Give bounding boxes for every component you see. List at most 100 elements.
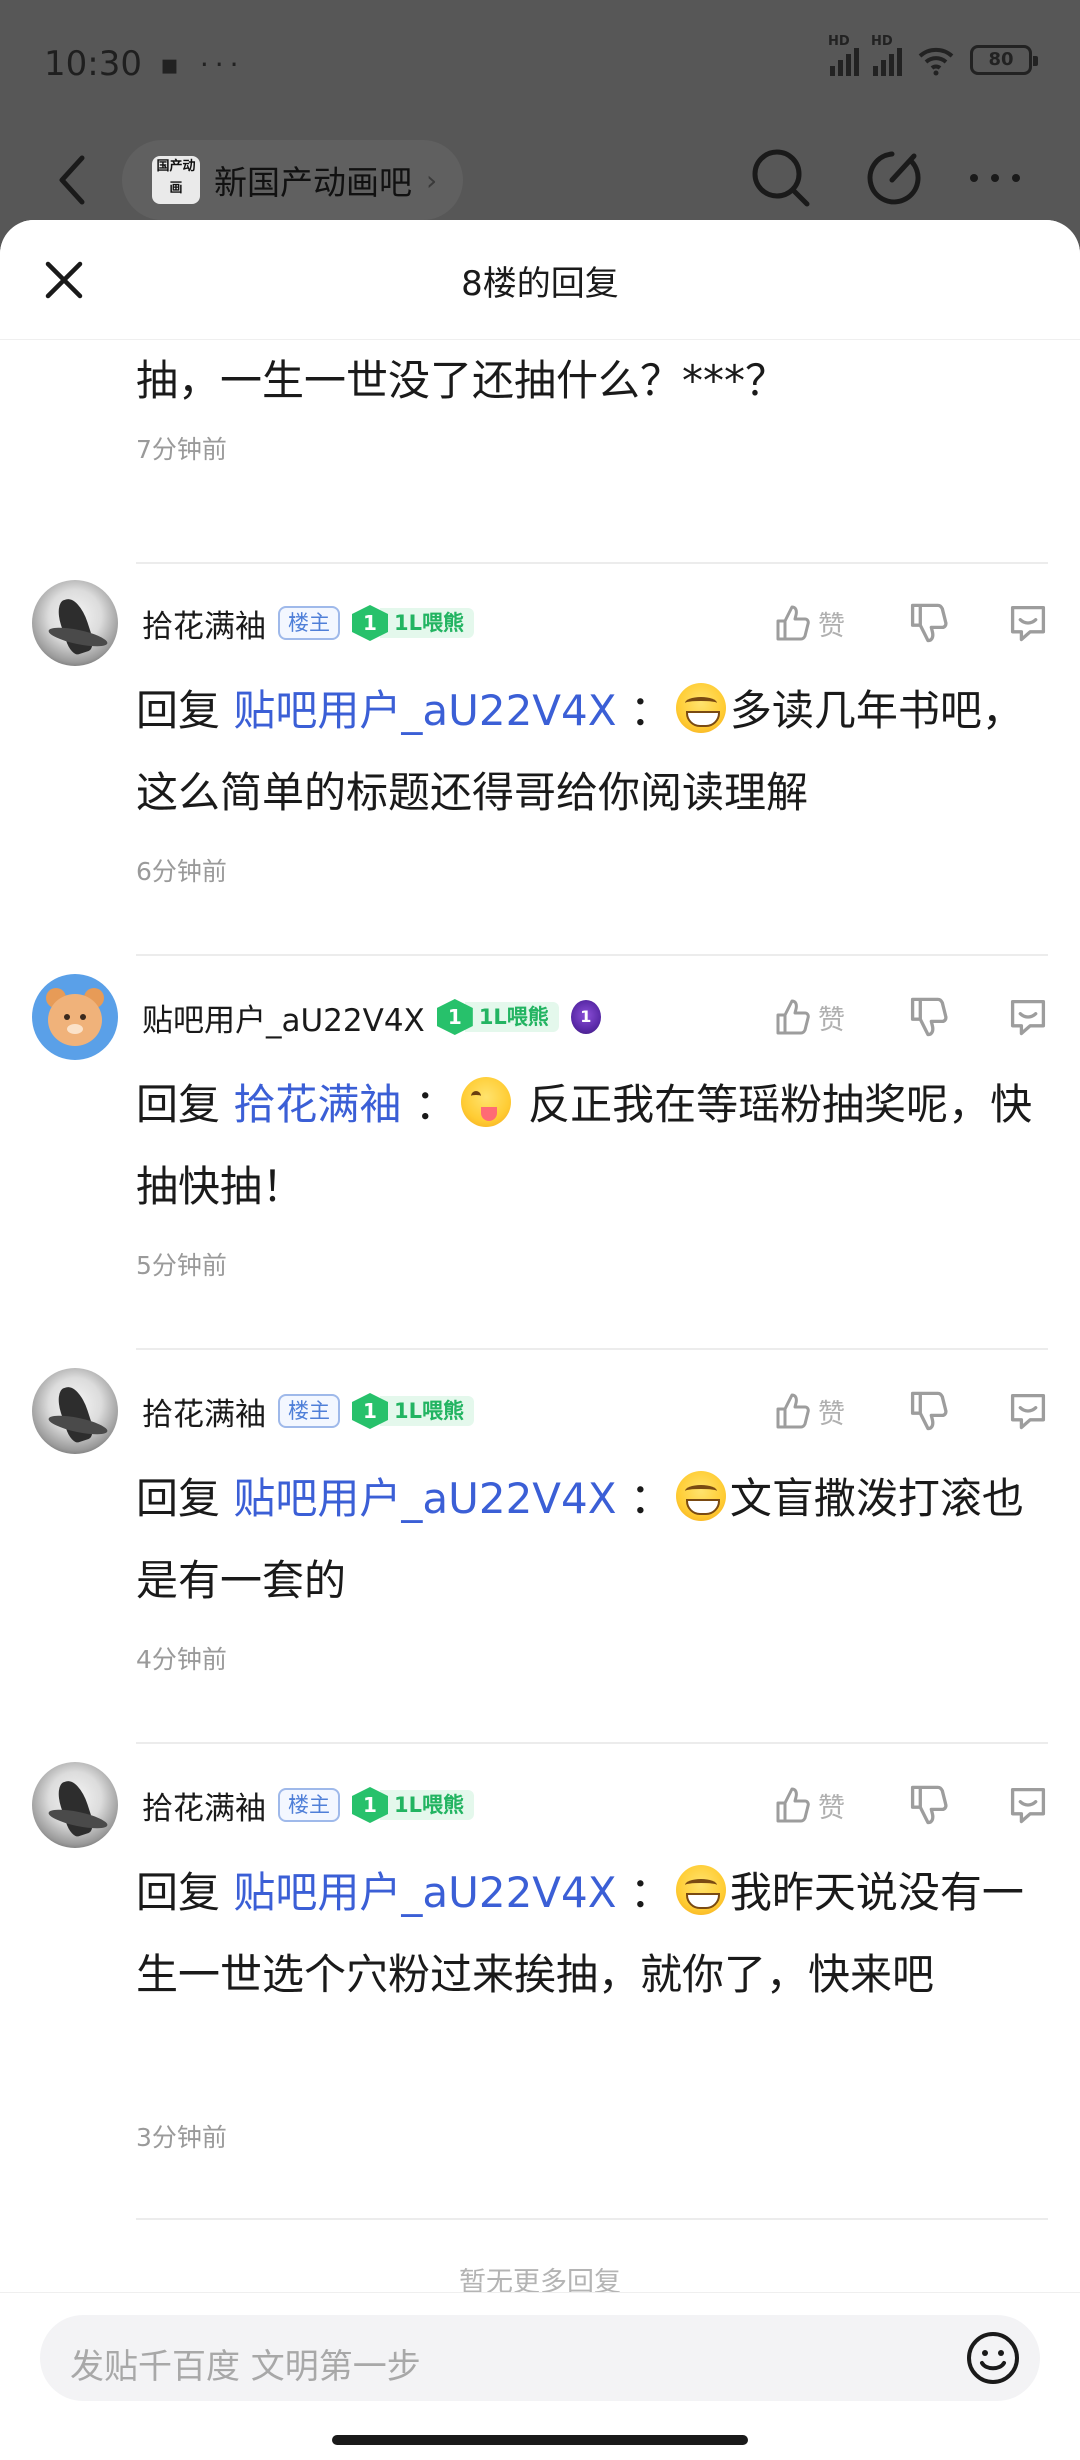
- mention-link[interactable]: 贴吧用户_aU22V4X: [233, 1868, 616, 1917]
- compose-placeholder: 发贴千百度 文明第一步: [70, 2347, 421, 2387]
- status-bar: 10:30 ▪ ··· HD HD 80: [0, 0, 1080, 130]
- reply-text: 回复 贴吧用户_aU22V4X ：多读几年书吧，这么简单的标题还得哥给你阅读理解: [136, 670, 1036, 834]
- level-badge: 1 1L喂熊: [436, 999, 559, 1035]
- reply-actions: 赞: [772, 598, 1050, 648]
- sheet-header: 8楼的回复: [0, 220, 1080, 340]
- yum-emoji-icon: [460, 1077, 511, 1127]
- op-badge: 楼主: [278, 1788, 340, 1822]
- level-badge: 1 1L喂熊: [352, 1787, 474, 1823]
- thumbs-up-icon: [776, 605, 810, 641]
- op-badge: 楼主: [278, 606, 340, 640]
- like-button[interactable]: 赞: [772, 1391, 868, 1431]
- level-badge: 1 1L喂熊: [352, 1393, 474, 1429]
- like-label: 赞: [818, 1398, 845, 1430]
- like-label: 赞: [818, 1792, 845, 1824]
- more-icon[interactable]: [960, 138, 1030, 218]
- partial-reply-text: 抽，一生一世没了还抽什么？***？: [136, 356, 788, 405]
- emoji-icon[interactable]: [964, 2329, 1022, 2387]
- forum-name: 新国产动画吧: [214, 163, 412, 202]
- compose-bar: 发贴千百度 文明第一步: [0, 2292, 1080, 2460]
- level-name: 1L喂熊: [380, 1790, 474, 1820]
- divider: [136, 1742, 1048, 1744]
- divider: [136, 954, 1048, 956]
- level-name: 1L喂熊: [380, 608, 474, 638]
- thumbs-up-icon: [776, 1787, 810, 1823]
- reply-text: 回复 贴吧用户_aU22V4X ：我昨天说没有一生一世选个穴粉过来挨抽，就你了，…: [136, 1852, 1036, 2016]
- divider: [136, 562, 1048, 564]
- level-badge: 1 1L喂熊: [352, 605, 474, 641]
- like-button[interactable]: 赞: [772, 603, 868, 643]
- mention-link[interactable]: 贴吧用户_aU22V4X: [233, 686, 616, 735]
- username[interactable]: 拾花满袖: [142, 1783, 266, 1828]
- user-row: 拾花满袖 楼主 1 1L喂熊: [142, 1388, 474, 1434]
- back-arrow-icon[interactable]: [48, 140, 98, 220]
- grin-emoji-icon: [675, 683, 726, 733]
- mention-link[interactable]: 拾花满袖: [233, 1080, 401, 1129]
- status-time: 10:30: [44, 44, 142, 84]
- search-icon[interactable]: [745, 138, 815, 218]
- reply-text: 回复 拾花满袖 ： 反正我在等瑶粉抽奖呢，快抽快抽！: [136, 1064, 1036, 1228]
- reply-time: 6分钟前: [136, 857, 227, 886]
- reply-time: 5分钟前: [136, 1251, 227, 1280]
- thumbs-down-icon[interactable]: [906, 1783, 950, 1827]
- compose-input[interactable]: 发贴千百度 文明第一步: [40, 2315, 1040, 2401]
- username[interactable]: 贴吧用户_aU22V4X: [142, 995, 425, 1040]
- thumbs-up-icon: [776, 1393, 810, 1429]
- status-right-icons: HD HD 80: [828, 34, 1038, 76]
- like-label: 赞: [818, 1004, 845, 1036]
- divider: [136, 1348, 1048, 1350]
- notification-icons: ▪ ···: [160, 48, 245, 81]
- thumbs-down-icon[interactable]: [906, 601, 950, 645]
- level-name: 1L喂熊: [380, 1396, 474, 1426]
- reply-list[interactable]: 抽，一生一世没了还抽什么？***？ 7分钟前 拾花满袖 楼主 1 1L喂熊 赞: [0, 340, 1080, 2312]
- divider: [136, 2218, 1048, 2220]
- reply-text: 回复 贴吧用户_aU22V4X ：文盲撒泼打滚也是有一套的: [136, 1458, 1036, 1622]
- top-nav: 国产动画 新国产动画吧 ›: [0, 130, 1080, 230]
- thumbs-down-icon[interactable]: [906, 1389, 950, 1433]
- partial-reply-time: 7分钟前: [136, 435, 227, 464]
- comment-icon[interactable]: [1006, 1389, 1050, 1433]
- edit-icon[interactable]: [862, 138, 932, 218]
- battery-icon: 80: [970, 45, 1038, 75]
- user-row: 拾花满袖 楼主 1 1L喂熊: [142, 600, 474, 646]
- level-name: 1L喂熊: [464, 1002, 559, 1032]
- reply-item: 拾花满袖 楼主 1 1L喂熊 赞 回复 贴吧用户_aU22V4X ：我昨天说没有…: [0, 1762, 1080, 2242]
- username[interactable]: 拾花满袖: [142, 601, 266, 646]
- reply-time: 3分钟前: [136, 2123, 227, 2152]
- mention-link[interactable]: 贴吧用户_aU22V4X: [233, 1474, 616, 1523]
- chevron-right-icon: ›: [426, 163, 438, 197]
- user-row: 贴吧用户_aU22V4X 1 1L喂熊 1: [142, 994, 601, 1040]
- thumbs-down-icon[interactable]: [906, 995, 950, 1039]
- reply-item: 拾花满袖 楼主 1 1L喂熊 赞 回复 贴吧用户_aU22V4X ：文盲撒泼打滚…: [0, 1368, 1080, 1758]
- comment-icon[interactable]: [1006, 1783, 1050, 1827]
- comment-icon[interactable]: [1006, 601, 1050, 645]
- reply-actions: 赞: [772, 1386, 1050, 1436]
- cellular-signal-icon: HD: [828, 34, 859, 76]
- like-button[interactable]: 赞: [772, 1785, 868, 1825]
- reply-item: 拾花满袖 楼主 1 1L喂熊 赞 回复 贴吧用户_aU22V4X ：多读几年书吧…: [0, 580, 1080, 970]
- op-badge: 楼主: [278, 1394, 340, 1428]
- reply-time: 4分钟前: [136, 1645, 227, 1674]
- reply-actions: 赞: [772, 1780, 1050, 1830]
- like-button[interactable]: 赞: [772, 997, 868, 1037]
- avatar[interactable]: [32, 1368, 118, 1454]
- home-indicator[interactable]: [332, 2435, 748, 2445]
- avatar[interactable]: [32, 974, 118, 1060]
- partial-reply: 抽，一生一世没了还抽什么？***？ 7分钟前: [136, 340, 1036, 466]
- reply-actions: 赞: [772, 992, 1050, 1042]
- forum-logo: 国产动画: [152, 156, 200, 204]
- comment-icon[interactable]: [1006, 995, 1050, 1039]
- avatar[interactable]: [32, 1762, 118, 1848]
- username[interactable]: 拾花满袖: [142, 1389, 266, 1434]
- like-label: 赞: [818, 610, 845, 642]
- cellular-signal-icon-2: HD: [871, 34, 902, 76]
- avatar[interactable]: [32, 580, 118, 666]
- wifi-icon: [918, 47, 954, 76]
- forum-link[interactable]: 国产动画 新国产动画吧 ›: [122, 140, 464, 220]
- sheet-title: 8楼的回复: [461, 264, 619, 304]
- medal-icon: 1: [570, 1000, 601, 1034]
- reply-item: 贴吧用户_aU22V4X 1 1L喂熊 1 赞 回复 拾花满袖 ： 反正我在等瑶…: [0, 974, 1080, 1364]
- user-row: 拾花满袖 楼主 1 1L喂熊: [142, 1782, 474, 1828]
- grin-emoji-icon: [675, 1865, 726, 1915]
- thumbs-up-icon: [776, 999, 810, 1035]
